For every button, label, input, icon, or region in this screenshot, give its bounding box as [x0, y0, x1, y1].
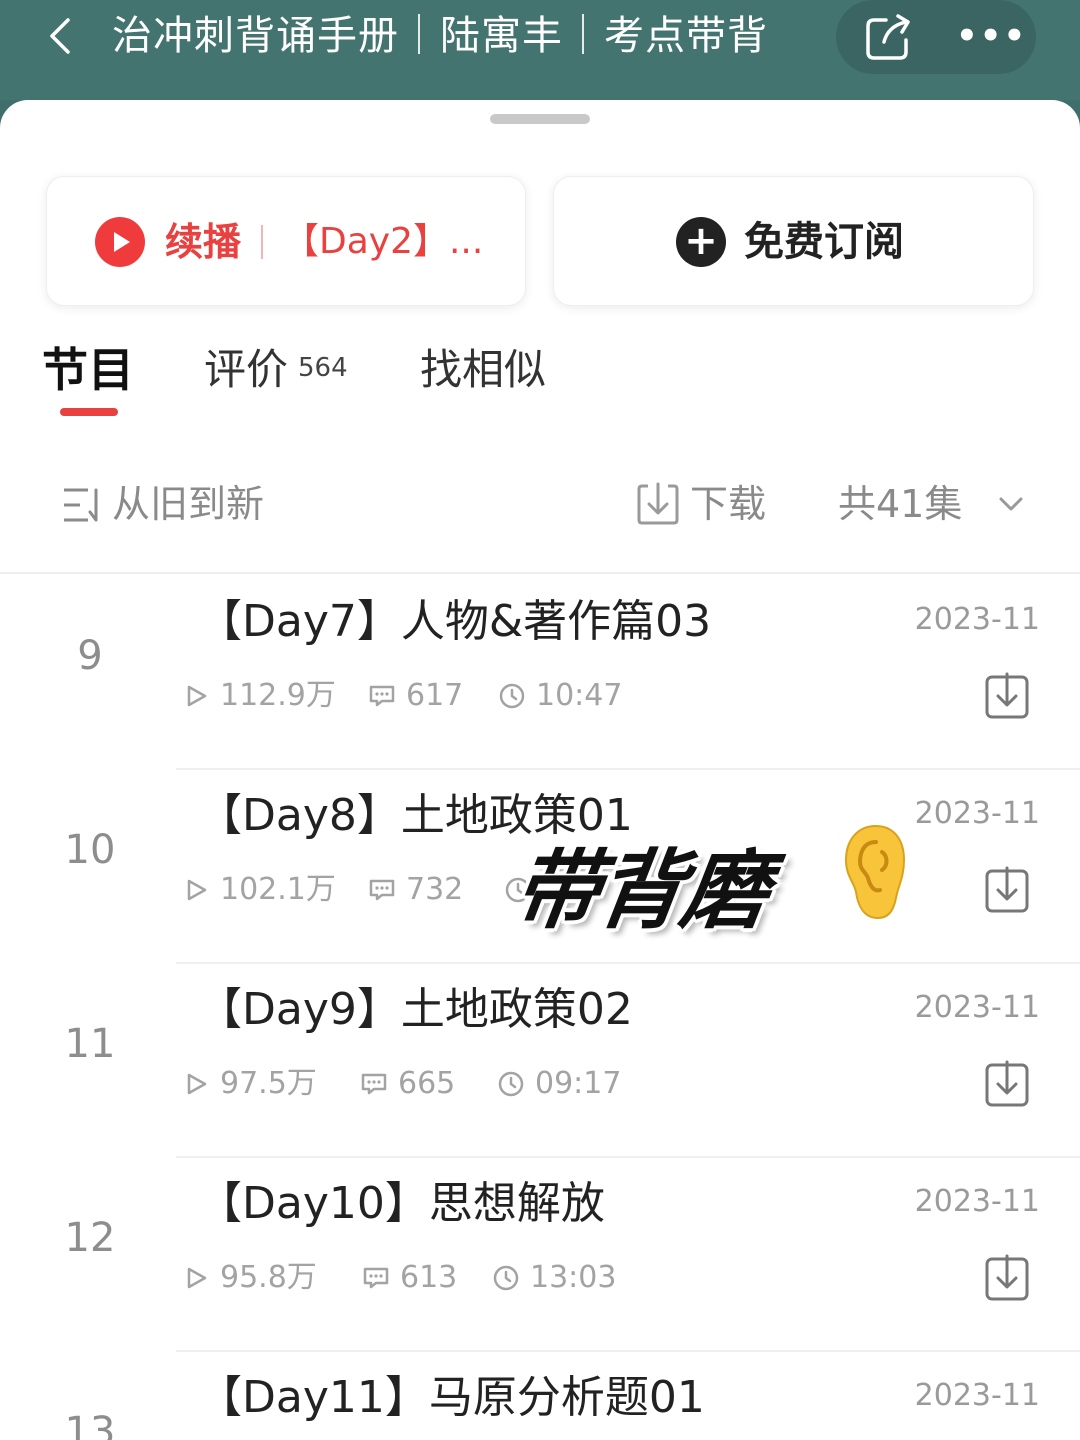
- episode-row[interactable]: 9 【Day7】人物&著作篇03 2023-11 112.9万 617 10:4…: [0, 576, 1080, 770]
- sticker-text: 带背磨: [506, 841, 774, 941]
- episode-download-icon[interactable]: [984, 1254, 1030, 1302]
- episode-date: 2023-11: [914, 602, 1040, 637]
- episode-download-icon[interactable]: [984, 672, 1030, 720]
- more-icon[interactable]: •••: [956, 14, 1025, 58]
- play-outline-icon: [187, 879, 207, 901]
- play-count: 112.9万: [186, 674, 336, 718]
- episode-date: 2023-11: [914, 1378, 1040, 1413]
- share-icon[interactable]: [862, 12, 914, 62]
- episode-download-icon[interactable]: [984, 866, 1030, 914]
- download-icon[interactable]: [636, 480, 680, 526]
- sort-icon[interactable]: [62, 486, 106, 524]
- episode-download-icon[interactable]: [984, 1060, 1030, 1108]
- play-outline-icon: [187, 1267, 207, 1289]
- comment-icon: [363, 1267, 389, 1289]
- episode-row[interactable]: 13 【Day11】马原分析题01 2023-11: [0, 1352, 1080, 1440]
- play-count: 95.8万: [186, 1256, 336, 1300]
- tab-active-indicator: [60, 408, 118, 416]
- comment-count: 617: [368, 674, 478, 718]
- comment-count: 732: [368, 868, 478, 912]
- page-title: 治冲刺背诵手册｜陆寓丰｜考点带背: [112, 13, 768, 59]
- clock-icon: [498, 1071, 524, 1097]
- comment-icon: [369, 685, 395, 707]
- tab-similar[interactable]: 找相似: [420, 340, 546, 400]
- comment-icon: [361, 1073, 387, 1095]
- episode-title[interactable]: 【Day9】土地政策02: [198, 980, 633, 1040]
- play-outline-icon: [187, 1073, 207, 1095]
- episode-count-selector[interactable]: 共41集: [838, 476, 962, 532]
- ear-emoji-icon: [844, 824, 906, 920]
- resume-label: 续播: [165, 220, 242, 264]
- comment-icon: [369, 879, 395, 901]
- tab-reviews[interactable]: 评价: [204, 340, 288, 400]
- subscribe-label: 免费订阅: [744, 219, 904, 265]
- comment-count: 665: [360, 1062, 470, 1106]
- play-count: 102.1万: [186, 868, 336, 912]
- episode-row[interactable]: 12 【Day10】思想解放 2023-11 95.8万 613 13:03: [0, 1158, 1080, 1352]
- divider: [0, 572, 1080, 574]
- reviews-count: 564: [298, 353, 348, 383]
- tab-episodes[interactable]: 节目: [42, 340, 134, 400]
- resume-button[interactable]: 续播 【Day2】...: [46, 176, 526, 306]
- sheet-grabber[interactable]: [490, 114, 590, 124]
- resume-episode: 【Day2】...: [283, 221, 484, 262]
- episode-number: 11: [64, 1021, 116, 1067]
- episode-number: 9: [77, 633, 103, 679]
- play-icon: [95, 217, 145, 267]
- clock-icon: [493, 1265, 519, 1291]
- play-count: 97.5万: [186, 1062, 336, 1106]
- episode-number: 10: [64, 827, 116, 873]
- episode-title[interactable]: 【Day10】思想解放: [198, 1174, 605, 1234]
- episode-number: 12: [64, 1215, 116, 1261]
- episode-title[interactable]: 【Day11】马原分析题01: [198, 1368, 705, 1428]
- clock-icon: [499, 683, 525, 709]
- episode-number: 13: [64, 1409, 116, 1440]
- subscribe-button[interactable]: + 免费订阅: [553, 176, 1034, 306]
- episode-date: 2023-11: [914, 796, 1040, 831]
- top-actions-pill: •••: [836, 0, 1036, 74]
- duration: 09:17: [497, 1062, 627, 1106]
- download-button[interactable]: 下载: [690, 476, 766, 532]
- chevron-left-icon[interactable]: [40, 14, 84, 58]
- sort-order-button[interactable]: 从旧到新: [112, 476, 264, 532]
- duration: 13:03: [492, 1256, 622, 1300]
- chevron-down-icon[interactable]: [998, 494, 1024, 514]
- duration: 10:47: [498, 674, 628, 718]
- comment-count: 613: [362, 1256, 472, 1300]
- episode-row[interactable]: 11 【Day9】土地政策02 2023-11 97.5万 665 09:17: [0, 964, 1080, 1158]
- episode-date: 2023-11: [914, 990, 1040, 1025]
- play-outline-icon: [187, 685, 207, 707]
- episode-date: 2023-11: [914, 1184, 1040, 1219]
- plus-icon: +: [676, 217, 726, 267]
- top-bar: 治冲刺背诵手册｜陆寓丰｜考点带背 •••: [0, 0, 1080, 100]
- episode-title[interactable]: 【Day7】人物&著作篇03: [198, 592, 711, 652]
- resume-separator: [261, 225, 263, 259]
